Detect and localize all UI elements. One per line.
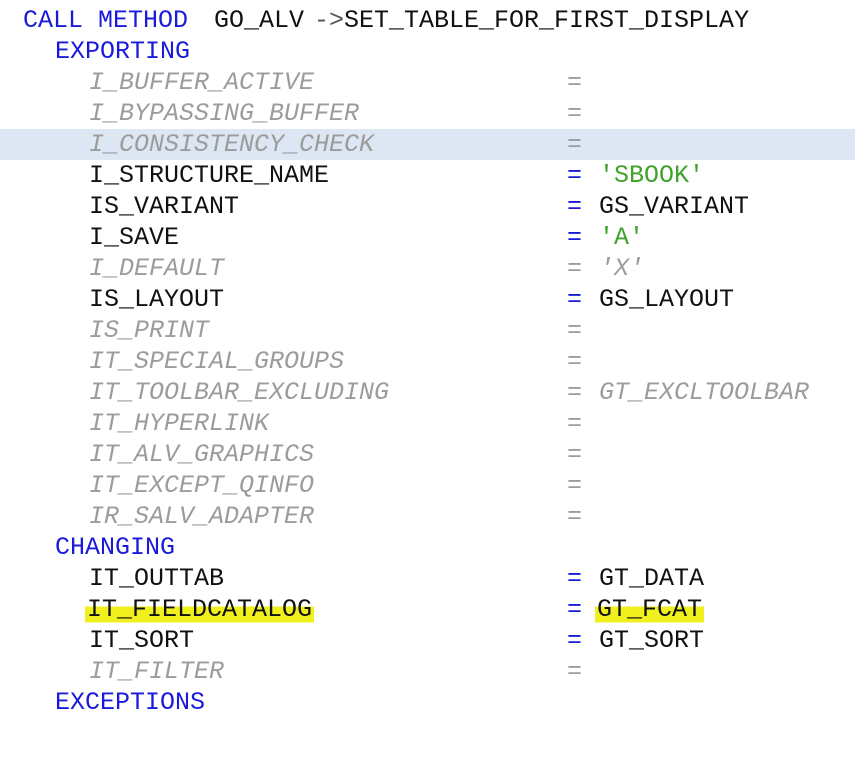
code-line-exporting[interactable]: EXPORTING	[0, 36, 855, 67]
method-arrow: ->	[314, 6, 345, 35]
code-line-param[interactable]: I_SAVE = 'A'	[0, 222, 855, 253]
method-name: SET_TABLE_FOR_FIRST_DISPLAY	[344, 6, 750, 35]
param-name-highlighted: IT_FIELDCATALOG	[85, 594, 315, 625]
abap-code-editor[interactable]: CALL METHOD GO_ALV -> SET_TABLE_FOR_FIRS…	[0, 5, 855, 718]
param-name: I_BYPASSING_BUFFER	[89, 99, 360, 128]
param-equals: =	[567, 130, 583, 159]
param-equals: =	[567, 378, 583, 407]
param-name: IT_EXCEPT_QINFO	[89, 471, 315, 500]
param-equals: =	[567, 440, 583, 469]
code-line-param[interactable]: I_STRUCTURE_NAME = 'SBOOK'	[0, 160, 855, 191]
code-line-call-method[interactable]: CALL METHOD GO_ALV -> SET_TABLE_FOR_FIRS…	[0, 5, 855, 36]
param-equals: =	[567, 285, 583, 314]
code-line-param[interactable]: IT_SPECIAL_GROUPS =	[0, 346, 855, 377]
param-name: IS_VARIANT	[89, 192, 240, 221]
param-name: IS_PRINT	[89, 316, 210, 345]
param-equals: =	[567, 471, 583, 500]
code-line-param[interactable]: IT_TOOLBAR_EXCLUDING = GT_EXCLTOOLBAR	[0, 377, 855, 408]
param-equals: =	[567, 347, 583, 376]
param-value: GS_LAYOUT	[599, 285, 735, 314]
param-equals: =	[567, 99, 583, 128]
param-equals: =	[567, 657, 583, 686]
param-name: IT_SORT	[89, 626, 195, 655]
param-name: IT_HYPERLINK	[89, 409, 270, 438]
param-equals: =	[567, 161, 583, 190]
param-value: GS_VARIANT	[599, 192, 750, 221]
code-line-param-current[interactable]: I_CONSISTENCY_CHECK =	[0, 129, 855, 160]
param-value: GT_SORT	[599, 626, 705, 655]
code-line-exceptions[interactable]: EXCEPTIONS	[0, 687, 855, 718]
param-equals: =	[567, 68, 583, 97]
param-value: 'X'	[599, 254, 645, 283]
param-equals: =	[567, 192, 583, 221]
param-equals: =	[567, 409, 583, 438]
param-value: 'SBOOK'	[599, 161, 705, 190]
object-name: GO_ALV	[214, 6, 305, 35]
code-line-param[interactable]: IS_LAYOUT = GS_LAYOUT	[0, 284, 855, 315]
param-name: IS_LAYOUT	[89, 285, 225, 314]
param-value-highlighted: GT_FCAT	[595, 594, 705, 625]
code-line-param[interactable]: I_DEFAULT = 'X'	[0, 253, 855, 284]
param-name: IR_SALV_ADAPTER	[89, 502, 315, 531]
param-value: 'A'	[599, 223, 645, 252]
code-line-param[interactable]: IS_PRINT =	[0, 315, 855, 346]
code-line-param[interactable]: IT_OUTTAB = GT_DATA	[0, 563, 855, 594]
code-line-param[interactable]: IT_ALV_GRAPHICS =	[0, 439, 855, 470]
param-name: I_CONSISTENCY_CHECK	[89, 130, 375, 159]
param-name: IT_SPECIAL_GROUPS	[89, 347, 345, 376]
param-value: GT_EXCLTOOLBAR	[599, 378, 810, 407]
code-line-param[interactable]: IT_HYPERLINK =	[0, 408, 855, 439]
param-name: I_STRUCTURE_NAME	[89, 161, 330, 190]
param-name: IT_FILTER	[89, 657, 225, 686]
param-name: I_BUFFER_ACTIVE	[89, 68, 315, 97]
param-equals: =	[567, 223, 583, 252]
code-line-changing[interactable]: CHANGING	[0, 532, 855, 563]
param-equals: =	[567, 564, 583, 593]
changing-keyword: CHANGING	[55, 533, 176, 562]
param-name: IT_ALV_GRAPHICS	[89, 440, 315, 469]
exceptions-keyword: EXCEPTIONS	[55, 688, 206, 717]
param-value: GT_DATA	[599, 564, 705, 593]
code-line-param-highlighted[interactable]: IT_FIELDCATALOG = GT_FCAT	[0, 594, 855, 625]
param-name: I_DEFAULT	[89, 254, 225, 283]
param-equals: =	[567, 502, 583, 531]
code-line-param[interactable]: I_BYPASSING_BUFFER =	[0, 98, 855, 129]
code-line-param[interactable]: IT_EXCEPT_QINFO =	[0, 470, 855, 501]
call-method-keyword: CALL METHOD	[23, 6, 189, 35]
param-name: I_SAVE	[89, 223, 180, 252]
param-equals: =	[567, 316, 583, 345]
code-line-param[interactable]: IR_SALV_ADAPTER =	[0, 501, 855, 532]
param-name: IT_TOOLBAR_EXCLUDING	[89, 378, 390, 407]
code-line-param[interactable]: IS_VARIANT = GS_VARIANT	[0, 191, 855, 222]
code-line-param[interactable]: IT_SORT = GT_SORT	[0, 625, 855, 656]
exporting-keyword: EXPORTING	[55, 37, 191, 66]
param-equals: =	[567, 626, 583, 655]
code-line-param[interactable]: IT_FILTER =	[0, 656, 855, 687]
param-equals: =	[567, 595, 583, 624]
param-name: IT_OUTTAB	[89, 564, 225, 593]
code-line-param[interactable]: I_BUFFER_ACTIVE =	[0, 67, 855, 98]
param-equals: =	[567, 254, 583, 283]
